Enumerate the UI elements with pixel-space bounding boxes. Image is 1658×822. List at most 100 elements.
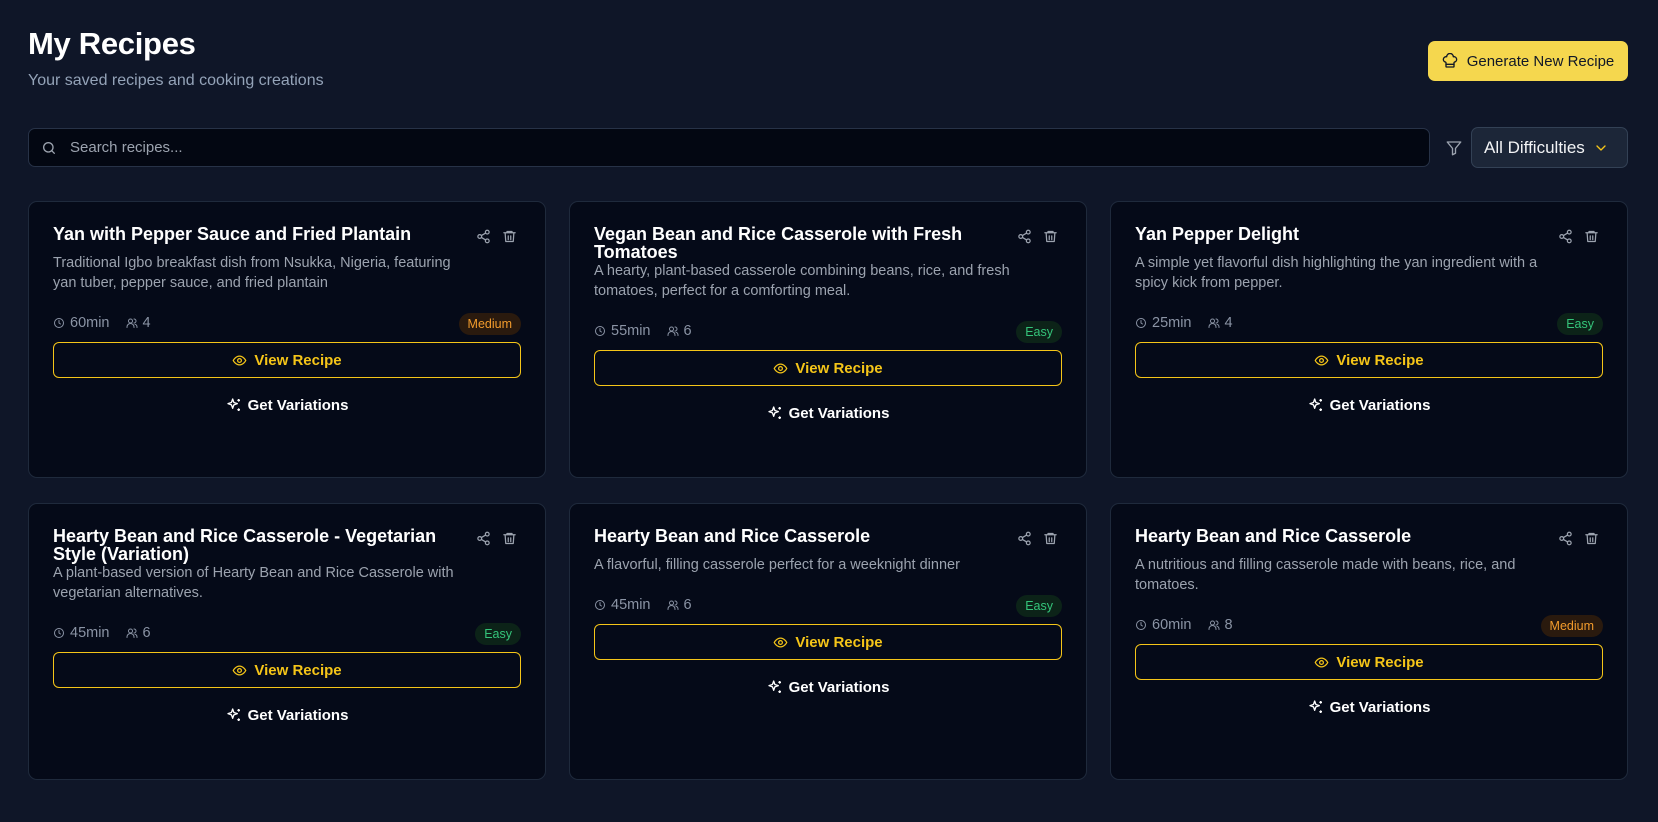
share-button[interactable] (1558, 229, 1573, 244)
view-recipe-label: View Recipe (795, 359, 883, 377)
sparkles-icon (226, 708, 240, 721)
delete-button[interactable] (1584, 531, 1599, 546)
servings-value: 8 (1224, 617, 1233, 633)
servings: 6 (667, 323, 692, 339)
search-icon (43, 141, 55, 154)
delete-button[interactable] (502, 229, 517, 244)
delete-button[interactable] (502, 531, 517, 546)
servings-value: 6 (683, 597, 692, 613)
page-title: My Recipes (28, 26, 196, 61)
delete-button[interactable] (1043, 531, 1058, 546)
users-icon (126, 318, 137, 328)
share-button[interactable] (476, 229, 491, 244)
search-input[interactable] (70, 139, 1429, 156)
delete-button[interactable] (1584, 229, 1599, 244)
users-icon (1208, 620, 1219, 630)
chef-hat-icon (1442, 53, 1457, 68)
eye-icon (1314, 354, 1329, 366)
get-variations-button[interactable]: Get Variations (1135, 692, 1603, 722)
eye-icon (232, 354, 247, 366)
get-variations-label: Get Variations (247, 396, 349, 414)
cook-time: 45min (594, 597, 651, 613)
view-recipe-button[interactable]: View Recipe (594, 350, 1062, 386)
view-recipe-label: View Recipe (1336, 653, 1424, 671)
difficulty-badge: Easy (1016, 321, 1062, 343)
view-recipe-button[interactable]: View Recipe (53, 342, 521, 378)
view-recipe-label: View Recipe (254, 351, 342, 369)
page-header: My Recipes Your saved recipes and cookin… (28, 26, 324, 90)
get-variations-label: Get Variations (247, 706, 349, 724)
eye-icon (232, 664, 247, 676)
difficulty-badge: Easy (1557, 313, 1603, 335)
recipe-actions (476, 531, 517, 546)
sparkles-icon (226, 398, 240, 411)
recipe-description: Traditional Igbo breakfast dish from Nsu… (53, 255, 451, 291)
chevron-down-icon (1596, 144, 1606, 151)
get-variations-label: Get Variations (788, 404, 890, 422)
users-icon (126, 628, 137, 638)
generate-recipe-button[interactable]: Generate New Recipe (1428, 41, 1628, 81)
recipe-description: A simple yet flavorful dish highlighting… (1135, 255, 1538, 291)
filter-icon (1446, 141, 1462, 156)
cook-time: 60min (53, 315, 110, 331)
recipe-description: A flavorful, filling casserole perfect f… (594, 557, 960, 573)
clock-icon (1136, 620, 1146, 630)
recipe-actions (1558, 229, 1599, 244)
recipe-card: Hearty Bean and Rice Casserole - Vegetar… (28, 503, 546, 780)
clock-icon (595, 326, 605, 336)
cook-time-value: 55min (611, 323, 651, 339)
get-variations-button[interactable]: Get Variations (53, 700, 521, 730)
share-button[interactable] (1558, 531, 1573, 546)
sparkles-icon (767, 406, 781, 419)
recipe-actions (476, 229, 517, 244)
difficulty-select-value: All Difficulties (1484, 137, 1585, 157)
servings: 4 (126, 315, 151, 331)
cook-time: 45min (53, 625, 110, 641)
users-icon (667, 600, 678, 610)
view-recipe-button[interactable]: View Recipe (1135, 644, 1603, 680)
view-recipe-button[interactable]: View Recipe (594, 624, 1062, 660)
servings-value: 4 (1224, 315, 1233, 331)
clock-icon (54, 628, 64, 638)
recipe-card: Vegan Bean and Rice Casserole with Fresh… (569, 201, 1087, 478)
delete-button[interactable] (1043, 229, 1058, 244)
servings: 8 (1208, 617, 1233, 633)
cook-time-value: 45min (611, 597, 651, 613)
share-icon (477, 531, 490, 546)
share-button[interactable] (1017, 531, 1032, 546)
trash-icon (503, 230, 516, 243)
get-variations-button[interactable]: Get Variations (1135, 390, 1603, 420)
share-icon (1559, 531, 1572, 546)
eye-icon (1314, 656, 1329, 668)
recipe-meta: 55min 6 (594, 323, 692, 339)
recipe-meta: 25min 4 (1135, 315, 1233, 331)
view-recipe-button[interactable]: View Recipe (1135, 342, 1603, 378)
view-recipe-label: View Recipe (1336, 351, 1424, 369)
view-recipe-button[interactable]: View Recipe (53, 652, 521, 688)
difficulty-select[interactable]: All Difficulties (1471, 127, 1628, 168)
sparkles-icon (1308, 398, 1322, 411)
search-bar (28, 128, 1430, 167)
recipe-description: A hearty, plant-based casserole combinin… (594, 263, 1010, 299)
get-variations-button[interactable]: Get Variations (594, 672, 1062, 702)
recipe-description: A plant-based version of Hearty Bean and… (53, 565, 454, 601)
recipe-meta: 60min 8 (1135, 617, 1233, 633)
trash-icon (1044, 230, 1057, 243)
trash-icon (1585, 230, 1598, 243)
recipe-card: Hearty Bean and Rice Casserole A nutriti… (1110, 503, 1628, 780)
cook-time: 25min (1135, 315, 1192, 331)
users-icon (1208, 318, 1219, 328)
get-variations-button[interactable]: Get Variations (53, 390, 521, 420)
recipe-title: Hearty Bean and Rice Casserole (1135, 526, 1412, 546)
share-button[interactable] (1017, 229, 1032, 244)
clock-icon (1136, 318, 1146, 328)
recipe-title: Yan with Pepper Sauce and Fried Plantain (53, 224, 412, 244)
get-variations-button[interactable]: Get Variations (594, 398, 1062, 428)
users-icon (667, 326, 678, 336)
clock-icon (595, 600, 605, 610)
difficulty-badge: Easy (1016, 595, 1062, 617)
share-button[interactable] (476, 531, 491, 546)
cook-time: 55min (594, 323, 651, 339)
recipe-description: A nutritious and filling casserole made … (1135, 557, 1516, 593)
recipe-actions (1017, 229, 1058, 244)
